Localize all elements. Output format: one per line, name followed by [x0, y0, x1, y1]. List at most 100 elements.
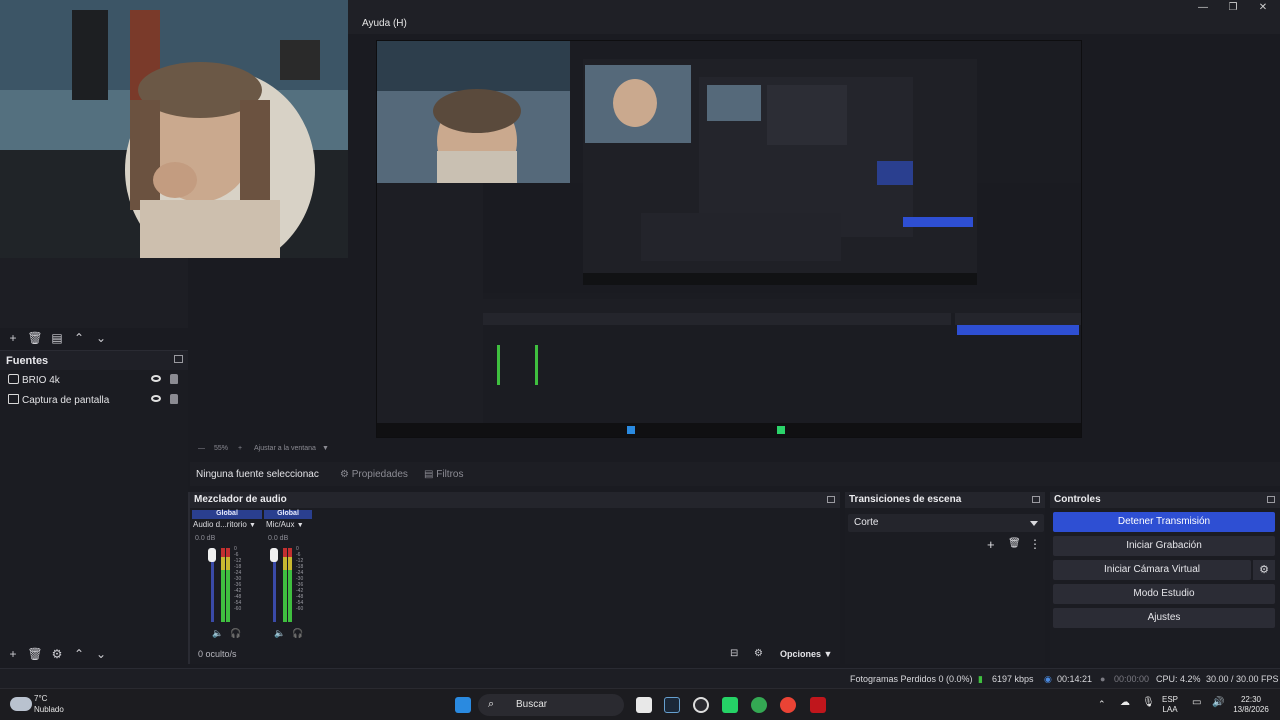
minimize-button[interactable]: —	[1188, 1, 1218, 15]
properties-label: Propiedades	[351, 469, 408, 480]
channel-name[interactable]: Mic/Aux ▼	[266, 520, 304, 529]
filters-button[interactable]: ▤ Filtros	[424, 469, 463, 480]
channel-db: 0.0 dB	[195, 535, 216, 542]
search-label: Buscar	[516, 699, 548, 710]
add-source-button[interactable]: +	[4, 645, 22, 663]
controls-dock: Detener Transmisión Iniciar Grabación In…	[1050, 508, 1280, 664]
visibility-eye-icon[interactable]	[151, 395, 161, 402]
remove-scene-button[interactable]: 🗑	[26, 329, 44, 347]
lock-icon[interactable]	[170, 374, 178, 384]
transition-menu-icon[interactable]: ⋮	[1029, 537, 1041, 551]
clock[interactable]: 22:30 13/8/2026	[1224, 695, 1278, 715]
windows-start-icon[interactable]	[455, 697, 471, 713]
webcam-source-overlay	[0, 0, 348, 258]
sources-title: Fuentes	[6, 355, 49, 367]
task-view-icon[interactable]	[636, 697, 652, 713]
scene-filters-button[interactable]: ▤	[48, 329, 66, 347]
transitions-dock-header: Transiciones de escena	[845, 492, 1045, 508]
whatsapp-icon[interactable]	[722, 697, 738, 713]
chrome-alt-icon[interactable]	[780, 697, 796, 713]
studio-mode-button[interactable]: Modo Estudio	[1053, 584, 1275, 604]
stream-icon: ◉	[1044, 674, 1052, 684]
remove-source-button[interactable]: 🗑	[26, 645, 44, 663]
steam-icon[interactable]	[664, 697, 680, 713]
nested-capture-image	[377, 41, 1081, 437]
options-dropdown[interactable]: Opciones ▼	[780, 649, 832, 659]
undock-icon[interactable]	[1032, 496, 1040, 503]
transition-value: Corte	[854, 517, 879, 528]
network-icon[interactable]: ☁	[1120, 698, 1130, 708]
dock-splitter[interactable]	[188, 492, 190, 664]
mixer-layout-icon[interactable]: ⊟	[730, 648, 738, 659]
taskbar-search[interactable]: ⌕ Buscar	[478, 694, 624, 716]
channel-name[interactable]: Audio d...ritorio ▼	[193, 520, 256, 529]
transitions-title: Transiciones de escena	[849, 494, 962, 505]
dropped-frames: Fotogramas Perdidos 0 (0.0%)	[850, 674, 973, 684]
sources-dock-header: Fuentes	[0, 350, 188, 370]
close-button[interactable]: ✕	[1248, 1, 1278, 15]
properties-button[interactable]: ⚙ Propiedades	[340, 469, 408, 480]
volume-icon[interactable]: 🔊	[1212, 698, 1224, 708]
advanced-audio-icon[interactable]: ⚙	[754, 648, 763, 659]
signal-bars-icon: ▮	[978, 674, 983, 684]
volume-slider-handle[interactable]	[270, 548, 278, 562]
gear-icon[interactable]: ⚙	[1253, 560, 1275, 580]
zoom-out-button[interactable]: —	[198, 445, 205, 452]
undock-icon[interactable]	[827, 496, 835, 503]
chevron-down-icon[interactable]: ▼	[322, 445, 329, 452]
source-settings-button[interactable]: ⚙	[48, 645, 66, 663]
settings-button[interactable]: Ajustes	[1053, 608, 1275, 628]
mute-speaker-icon[interactable]: 🔈	[274, 628, 285, 639]
menu-help[interactable]: Ayuda (H)	[362, 18, 407, 29]
sources-toolbar: + 🗑 ⚙ ⌃ ⌄	[0, 644, 110, 664]
keyboard-language[interactable]: ESP LAA	[1162, 695, 1178, 715]
mixer-title: Mezclador de audio	[194, 494, 287, 505]
move-up-button[interactable]: ⌃	[70, 329, 88, 347]
zoom-level: 55%	[214, 445, 229, 452]
chevron-down-icon: ▼	[296, 522, 304, 529]
source-item-brio[interactable]: BRIO 4k	[0, 370, 188, 390]
maximize-button[interactable]: ❐	[1218, 1, 1248, 15]
move-up-button[interactable]: ⌃	[70, 645, 88, 663]
move-down-button[interactable]: ⌄	[92, 329, 110, 347]
mixer-dock-header: Mezclador de audio	[190, 492, 840, 508]
properties-bar: Ninguna fuente seleccionac ⚙ Propiedades…	[190, 462, 1280, 486]
stop-streaming-button[interactable]: Detener Transmisión	[1053, 512, 1275, 532]
start-recording-button[interactable]: Iniciar Grabación	[1053, 536, 1275, 556]
volume-slider-handle[interactable]	[208, 548, 216, 562]
options-label: Opciones	[780, 649, 822, 659]
add-scene-button[interactable]: +	[4, 329, 22, 347]
transition-select[interactable]: Corte	[848, 514, 1044, 532]
sources-list: BRIO 4k Captura de pantalla + 🗑 ⚙ ⌃ ⌄	[0, 370, 188, 661]
move-down-button[interactable]: ⌄	[92, 645, 110, 663]
cloud-icon[interactable]	[10, 697, 32, 711]
obs-icon[interactable]	[693, 697, 709, 713]
scene-transitions: Corte + 🗑 ⋮	[845, 508, 1045, 664]
fit-window-dropdown[interactable]: Ajustar a la ventana	[254, 445, 316, 452]
chevron-up-icon[interactable]: ⌃	[1098, 699, 1106, 709]
chrome-icon[interactable]	[751, 697, 767, 713]
start-virtual-camera-button[interactable]: Iniciar Cámara Virtual	[1053, 560, 1251, 580]
app-red-icon[interactable]	[810, 697, 826, 713]
undock-icon[interactable]	[174, 355, 183, 363]
source-item-screen-capture[interactable]: Captura de pantalla	[0, 390, 188, 410]
chevron-down-icon: ▼	[249, 522, 256, 529]
clock-time: 22:30	[1240, 695, 1262, 704]
zoom-in-button[interactable]: +	[238, 445, 242, 452]
monitor-icon[interactable]: ▭	[1192, 698, 1201, 708]
lock-icon[interactable]	[170, 394, 178, 404]
program-preview[interactable]	[376, 40, 1082, 438]
scenes-dock: + 🗑 ▤ ⌃ ⌄	[0, 258, 188, 345]
audio-mixer: Global Audio d...ritorio ▼ 0.0 dB 0 -6 -12…	[190, 508, 840, 664]
microphone-icon[interactable]: 🎙	[1142, 698, 1155, 708]
headphones-icon[interactable]: 🎧	[292, 628, 303, 639]
cpu-usage: CPU: 4.2%	[1156, 674, 1201, 684]
visibility-eye-icon[interactable]	[151, 375, 161, 382]
stream-time: 00:14:21	[1057, 674, 1093, 684]
headphones-icon[interactable]: 🎧	[230, 628, 241, 639]
remove-transition-button[interactable]: 🗑	[1008, 538, 1021, 549]
webcam-image	[0, 0, 348, 258]
undock-icon[interactable]	[1267, 496, 1275, 503]
mute-speaker-icon[interactable]: 🔈	[212, 628, 223, 639]
add-transition-button[interactable]: +	[987, 537, 995, 552]
